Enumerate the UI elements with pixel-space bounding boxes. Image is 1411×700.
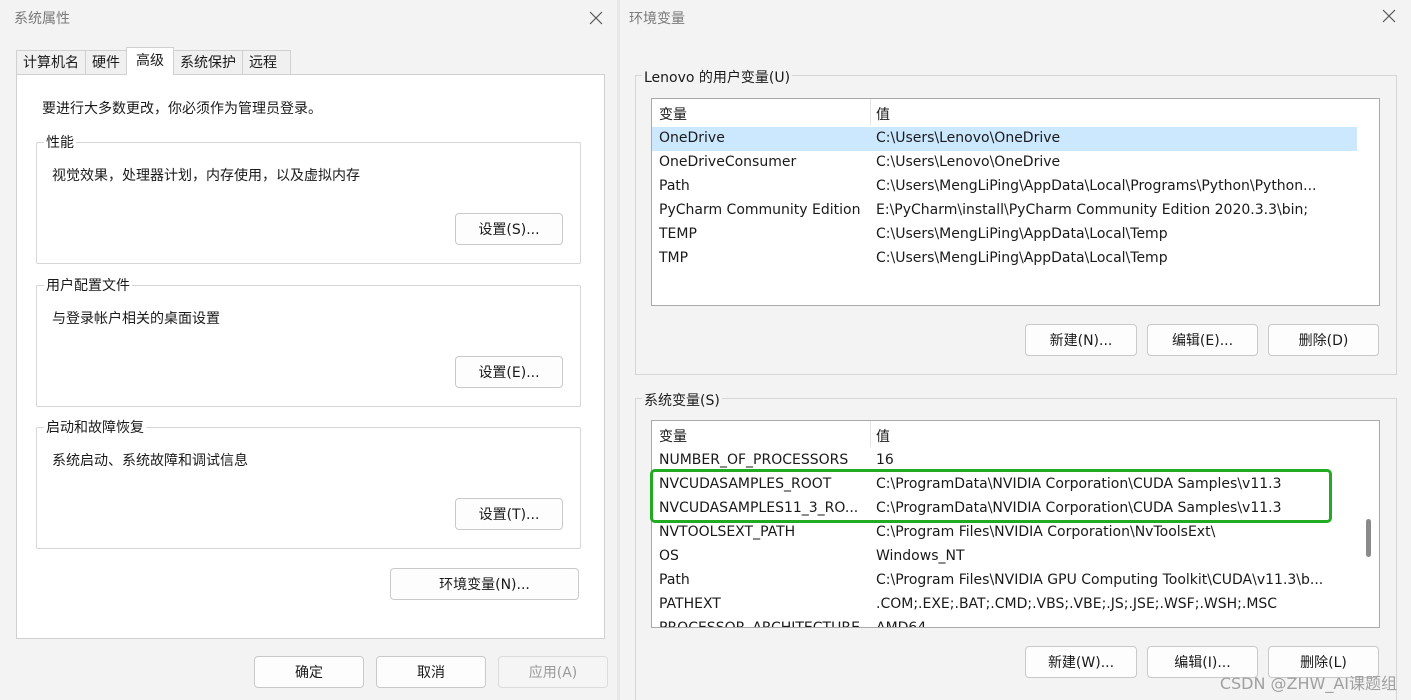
system-variables-label: 系统变量(S) xyxy=(642,390,722,410)
startup-recovery-group: 启动和故障恢复 系统启动、系统故障和调试信息 设置(T)... xyxy=(36,417,581,549)
tab-hardware[interactable]: 硬件 xyxy=(85,50,127,75)
variable-value: Windows_NT xyxy=(876,548,965,564)
table-row[interactable]: NVCUDASAMPLES_ROOT C:\ProgramData\NVIDIA… xyxy=(652,473,1357,497)
performance-legend: 性能 xyxy=(44,132,76,152)
table-row[interactable]: Path C:\Program Files\NVIDIA GPU Computi… xyxy=(652,569,1357,593)
close-icon xyxy=(1382,9,1396,23)
scrollbar-thumb[interactable] xyxy=(1366,519,1371,557)
variable-name: PyCharm Community Edition xyxy=(659,202,861,218)
system-new-button[interactable]: 新建(W)... xyxy=(1025,646,1137,678)
watermark: CSDN @ZHW_AI课题组 xyxy=(1219,674,1397,693)
variable-name: OneDrive xyxy=(659,130,725,146)
column-header-variable[interactable]: 变量 xyxy=(659,426,687,446)
startup-recovery-description: 系统启动、系统故障和调试信息 xyxy=(52,453,248,469)
variable-value: C:\Program Files\NVIDIA GPU Computing To… xyxy=(876,572,1324,588)
user-variables-label: Lenovo 的用户变量(U) xyxy=(642,67,793,87)
column-header-value[interactable]: 值 xyxy=(876,104,890,124)
table-row[interactable]: PROCESSOR_ARCHITECTURE AMD64 xyxy=(652,617,1357,628)
variable-value: C:\ProgramData\NVIDIA Corporation\CUDA S… xyxy=(876,476,1282,492)
variable-value: .COM;.EXE;.BAT;.CMD;.VBS;.VBE;.JS;.JSE;.… xyxy=(876,596,1278,612)
table-row[interactable]: NVTOOLSEXT_PATH C:\Program Files\NVIDIA … xyxy=(652,521,1357,545)
variable-name: PROCESSOR_ARCHITECTURE xyxy=(659,620,860,628)
dialog-title: 系统属性 xyxy=(14,11,70,27)
tab-system-protection[interactable]: 系统保护 xyxy=(173,50,243,75)
table-row[interactable]: PyCharm Community Edition E:\PyCharm\ins… xyxy=(652,199,1357,223)
table-row[interactable]: OneDrive C:\Users\Lenovo\OneDrive xyxy=(652,127,1357,151)
performance-group: 性能 视觉效果，处理器计划，内存使用，以及虚拟内存 设置(S)... xyxy=(36,132,581,264)
column-header-value[interactable]: 值 xyxy=(876,426,890,446)
column-separator[interactable] xyxy=(870,421,871,447)
variable-name: NUMBER_OF_PROCESSORS xyxy=(659,452,849,468)
variable-name: TEMP xyxy=(659,226,697,242)
tab-computer-name[interactable]: 计算机名 xyxy=(16,50,86,75)
user-edit-button[interactable]: 编辑(E)... xyxy=(1147,324,1258,356)
variable-name: TMP xyxy=(659,250,689,266)
user-variables-list[interactable]: 变量 值 OneDrive C:\Users\Lenovo\OneDrive O… xyxy=(651,98,1380,306)
variable-value: C:\Program Files\NVIDIA Corporation\NvTo… xyxy=(876,524,1216,540)
variable-value: AMD64 xyxy=(876,620,927,628)
variable-name: NVTOOLSEXT_PATH xyxy=(659,524,796,540)
environment-variables-button[interactable]: 环境变量(N)... xyxy=(390,568,579,600)
performance-settings-button[interactable]: 设置(S)... xyxy=(455,213,563,245)
variable-name: OS xyxy=(659,548,679,564)
user-profiles-group: 用户配置文件 与登录帐户相关的桌面设置 设置(E)... xyxy=(36,275,581,407)
table-row[interactable]: OneDriveConsumer C:\Users\Lenovo\OneDriv… xyxy=(652,151,1357,175)
user-new-button[interactable]: 新建(N)... xyxy=(1025,324,1137,356)
variable-value: E:\PyCharm\install\PyCharm Community Edi… xyxy=(876,202,1309,218)
close-icon xyxy=(589,11,603,25)
close-button[interactable] xyxy=(1375,2,1403,30)
variable-value: 16 xyxy=(876,452,894,468)
startup-recovery-settings-button[interactable]: 设置(T)... xyxy=(455,498,563,530)
tab-advanced[interactable]: 高级 xyxy=(126,47,174,75)
apply-button[interactable]: 应用(A) xyxy=(498,656,608,688)
variable-value: C:\Users\MengLiPing\AppData\Local\Temp xyxy=(876,250,1168,266)
variable-name: NVCUDASAMPLES_ROOT xyxy=(659,476,832,492)
variable-name: NVCUDASAMPLES11_3_RO... xyxy=(659,500,859,516)
table-row[interactable]: TEMP C:\Users\MengLiPing\AppData\Local\T… xyxy=(652,223,1357,247)
cancel-button[interactable]: 取消 xyxy=(376,656,486,688)
performance-description: 视觉效果，处理器计划，内存使用，以及虚拟内存 xyxy=(52,168,360,184)
environment-variables-dialog: 环境变量 Lenovo 的用户变量(U) 变量 值 OneDrive C:\Us… xyxy=(620,0,1411,700)
variable-name: PATHEXT xyxy=(659,596,721,612)
table-row[interactable]: Path C:\Users\MengLiPing\AppData\Local\P… xyxy=(652,175,1357,199)
system-variables-list[interactable]: 变量 值 NUMBER_OF_PROCESSORS 16 NVCUDASAMPL… xyxy=(651,420,1380,628)
list-header: 变量 值 xyxy=(652,421,1357,447)
variable-value: C:\Users\Lenovo\OneDrive xyxy=(876,130,1061,146)
table-row[interactable]: TMP C:\Users\MengLiPing\AppData\Local\Te… xyxy=(652,247,1357,271)
table-row[interactable]: NUMBER_OF_PROCESSORS 16 xyxy=(652,449,1357,473)
close-button[interactable] xyxy=(582,4,610,32)
variable-value: C:\Users\MengLiPing\AppData\Local\Temp xyxy=(876,226,1168,242)
table-row[interactable]: OS Windows_NT xyxy=(652,545,1357,569)
advanced-tab-panel: 要进行大多数更改，你必须作为管理员登录。 性能 视觉效果，处理器计划，内存使用，… xyxy=(16,74,605,639)
user-profiles-description: 与登录帐户相关的桌面设置 xyxy=(52,311,220,327)
ok-button[interactable]: 确定 xyxy=(254,656,364,688)
variable-name: OneDriveConsumer xyxy=(659,154,797,170)
variable-name: Path xyxy=(659,572,690,588)
admin-note: 要进行大多数更改，你必须作为管理员登录。 xyxy=(42,101,322,117)
user-profiles-settings-button[interactable]: 设置(E)... xyxy=(455,356,563,388)
tab-remote[interactable]: 远程 xyxy=(242,50,291,75)
dialog-title: 环境变量 xyxy=(629,11,685,27)
tab-strip: 计算机名 硬件 高级 系统保护 远程 xyxy=(16,47,291,75)
table-row[interactable]: PATHEXT .COM;.EXE;.BAT;.CMD;.VBS;.VBE;.J… xyxy=(652,593,1357,617)
variable-value: C:\ProgramData\NVIDIA Corporation\CUDA S… xyxy=(876,500,1282,516)
variable-name: Path xyxy=(659,178,690,194)
user-delete-button[interactable]: 删除(D) xyxy=(1268,324,1379,356)
column-header-variable[interactable]: 变量 xyxy=(659,104,687,124)
variable-value: C:\Users\MengLiPing\AppData\Local\Progra… xyxy=(876,178,1317,194)
table-row[interactable]: NVCUDASAMPLES11_3_RO... C:\ProgramData\N… xyxy=(652,497,1357,521)
list-header: 变量 值 xyxy=(652,99,1357,125)
variable-value: C:\Users\Lenovo\OneDrive xyxy=(876,154,1061,170)
column-separator[interactable] xyxy=(870,99,871,125)
user-profiles-legend: 用户配置文件 xyxy=(44,275,132,295)
system-properties-dialog: 系统属性 计算机名 硬件 高级 系统保护 远程 要进行大多数更改，你必须作为管理… xyxy=(0,0,617,700)
startup-recovery-legend: 启动和故障恢复 xyxy=(44,417,146,437)
